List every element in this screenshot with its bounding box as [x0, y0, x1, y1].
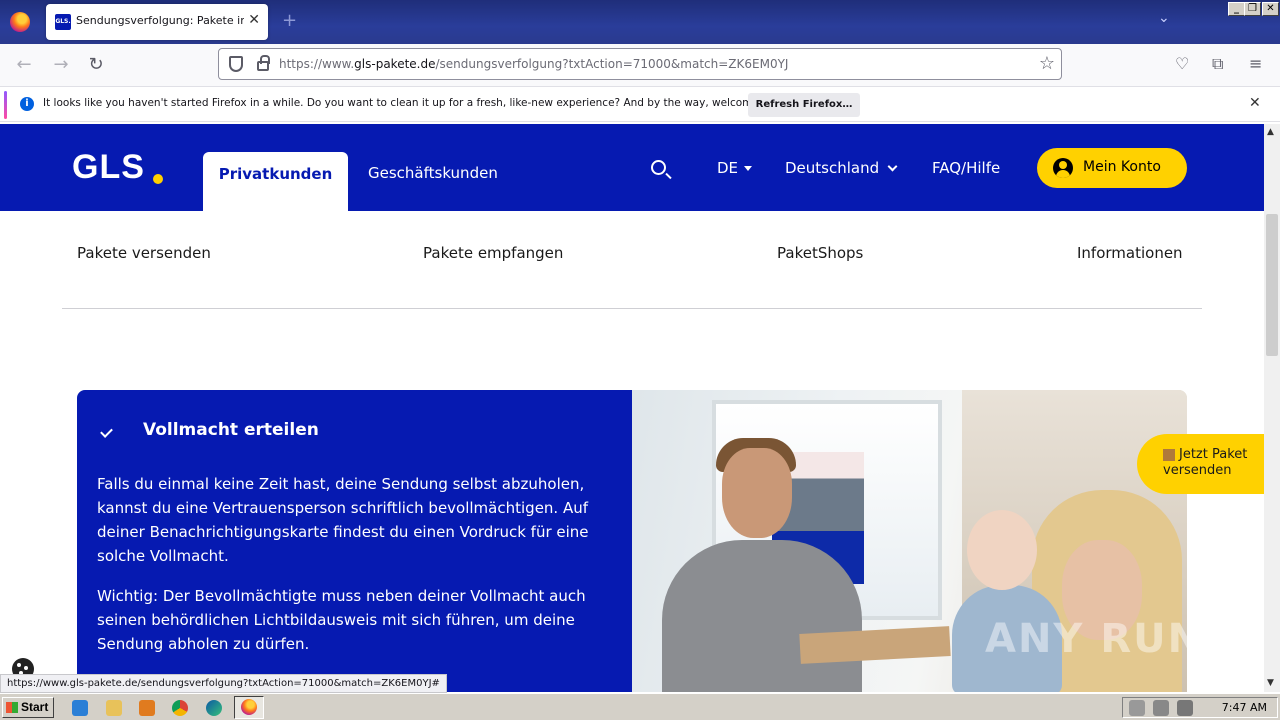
notification-close-icon[interactable]: ✕: [1249, 95, 1261, 111]
notification-text: It looks like you haven't started Firefo…: [43, 97, 792, 109]
account-label: Mein Konto: [1083, 159, 1161, 175]
notification-accent: [4, 91, 7, 119]
divider: [62, 308, 1202, 309]
subnav-pakete-versenden[interactable]: Pakete versenden: [77, 244, 211, 262]
search-icon[interactable]: [651, 160, 666, 175]
notification-bar: i It looks like you haven't started Fire…: [0, 86, 1280, 122]
scroll-thumb[interactable]: [1266, 214, 1278, 356]
network-icon[interactable]: [1153, 700, 1169, 716]
photo-baby-head: [967, 510, 1037, 590]
scroll-up-icon[interactable]: ▲: [1267, 127, 1274, 137]
subnav-paketshops[interactable]: PaketShops: [777, 244, 863, 262]
chrome-icon[interactable]: [172, 700, 188, 716]
lock-icon[interactable]: [257, 55, 270, 71]
tab-title: Sendungsverfolgung: Pakete im: [76, 14, 244, 27]
list-tabs-icon[interactable]: ⌄: [1158, 10, 1170, 26]
subnav-informationen[interactable]: Informationen: [1077, 244, 1183, 262]
caret-down-icon: [744, 166, 753, 171]
country-label: Deutschland: [785, 159, 880, 177]
new-tab-icon[interactable]: +: [282, 10, 297, 31]
volume-icon[interactable]: [1129, 700, 1145, 716]
web-page: GLS Privatkunden Geschäftskunden DE Deut…: [0, 124, 1264, 692]
pocket-icon[interactable]: ♡: [1175, 54, 1189, 73]
back-icon[interactable]: ←: [13, 54, 35, 75]
url-text[interactable]: https://www.gls-pakete.de/sendungsverfol…: [279, 57, 788, 71]
page-scrollbar[interactable]: ▲ ▼: [1264, 124, 1280, 692]
info-icon: i: [20, 97, 34, 111]
tab-privatkunden[interactable]: Privatkunden: [203, 152, 348, 211]
gls-logo[interactable]: GLS: [72, 148, 145, 187]
url-bar[interactable]: https://www.gls-pakete.de/sendungsverfol…: [218, 48, 1062, 80]
card-text-panel: Vollmacht erteilen Falls du einmal keine…: [77, 390, 632, 692]
taskbar-firefox[interactable]: [234, 696, 264, 719]
card-paragraph: Falls du einmal keine Zeit hast, deine S…: [97, 475, 589, 565]
photo-parcel: [799, 626, 951, 664]
start-button[interactable]: Start: [2, 697, 54, 718]
photo-man-head: [722, 448, 792, 538]
gls-header: GLS Privatkunden Geschäftskunden DE Deut…: [0, 124, 1264, 211]
refresh-firefox-button[interactable]: Refresh Firefox…: [748, 93, 860, 117]
flag-icon[interactable]: [1177, 700, 1193, 716]
edge-icon[interactable]: [206, 700, 222, 716]
card-title: Vollmacht erteilen: [143, 420, 319, 440]
browser-tab[interactable]: GLS. Sendungsverfolgung: Pakete im ✕: [46, 4, 268, 40]
gls-favicon-icon: GLS.: [55, 14, 71, 30]
system-tray: 7:47 AM: [1122, 697, 1278, 718]
tracking-shield-icon[interactable]: [229, 56, 243, 72]
check-icon: [100, 425, 113, 438]
scroll-down-icon[interactable]: ▼: [1267, 678, 1274, 688]
link-status-bar: https://www.gls-pakete.de/sendungsverfol…: [0, 674, 447, 693]
firefox-icon[interactable]: [10, 12, 30, 32]
gls-logo-dot: [153, 174, 163, 184]
country-selector[interactable]: Deutschland: [785, 159, 898, 177]
account-button[interactable]: Mein Konto: [1037, 148, 1187, 188]
photo-man-body: [662, 540, 862, 692]
tab-close-icon[interactable]: ✕: [248, 12, 260, 28]
anyrun-watermark: ANY RUN: [985, 616, 1204, 662]
folder-icon[interactable]: [106, 700, 122, 716]
language-label: DE: [717, 159, 739, 177]
reload-icon[interactable]: ↻: [85, 54, 107, 75]
start-label: Start: [21, 700, 49, 714]
user-icon: [1053, 158, 1073, 178]
forward-icon[interactable]: →: [50, 54, 72, 75]
menu-icon[interactable]: ≡: [1249, 54, 1262, 73]
restore-button[interactable]: ❐: [1244, 2, 1261, 16]
subnav-pakete-empfangen[interactable]: Pakete empfangen: [423, 244, 563, 262]
ie-icon[interactable]: [72, 700, 88, 716]
firefox-taskbar-icon: [241, 699, 257, 715]
browser-titlebar: GLS. Sendungsverfolgung: Pakete im ✕ + ⌄…: [0, 0, 1280, 44]
browser-navbar: ← → ↻ https://www.gls-pakete.de/sendungs…: [0, 44, 1280, 86]
clock: 7:47 AM: [1221, 701, 1267, 714]
windows-logo-icon: [6, 702, 18, 713]
chevron-down-icon: [887, 161, 898, 172]
language-selector[interactable]: DE: [717, 159, 753, 177]
send-parcel-button[interactable]: Jetzt Paket versenden: [1137, 434, 1264, 494]
minimize-button[interactable]: _: [1228, 2, 1245, 16]
close-window-button[interactable]: ✕: [1262, 2, 1279, 16]
media-player-icon[interactable]: [139, 700, 155, 716]
extensions-icon[interactable]: ⧉: [1212, 54, 1223, 74]
send-parcel-label: Jetzt Paket versenden: [1163, 447, 1248, 478]
faq-link[interactable]: FAQ/Hilfe: [932, 159, 1000, 177]
tab-geschaeftskunden[interactable]: Geschäftskunden: [368, 164, 498, 182]
card-paragraph: Wichtig: Der Bevollmächtigte muss neben …: [97, 587, 586, 653]
windows-taskbar: Start 7:47 AM: [0, 693, 1280, 720]
bookmark-star-icon[interactable]: ☆: [1039, 53, 1055, 74]
